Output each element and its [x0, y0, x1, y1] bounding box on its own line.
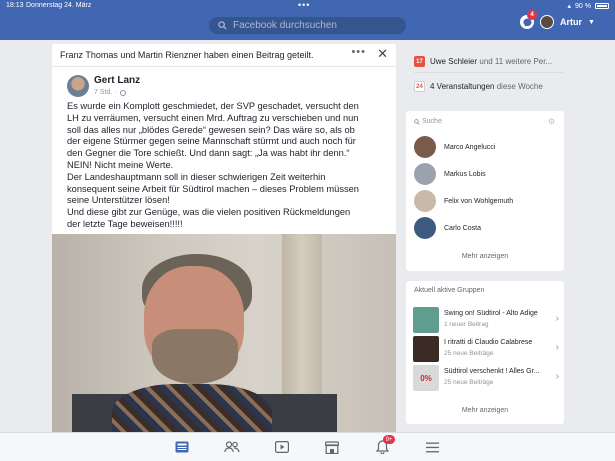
contact-name: Markus Lobis	[444, 170, 486, 178]
chevron-down-icon[interactable]: ▼	[588, 19, 595, 26]
status-date: Donnerstag 24. März	[26, 2, 92, 9]
gift-icon: 17	[414, 56, 425, 67]
birthday-row[interactable]: 17 Uwe Schleier und 11 weitere Per...	[414, 56, 552, 67]
contacts-search-input[interactable]: Suche	[414, 118, 442, 125]
groups-panel: Aktuell aktive Gruppen Swing on! Südtiro…	[406, 281, 564, 424]
events-text: 4 Veranstaltungen diese Woche	[430, 82, 543, 91]
gear-icon[interactable]: ⚙	[548, 117, 555, 126]
news-feed-icon[interactable]	[174, 439, 190, 455]
post-text-line: Der Landeshauptmann soll in dieser schwi…	[67, 171, 326, 182]
post-text-line: Und diese gibt zur Genüge, was die viele…	[67, 207, 351, 218]
group-name: Südtirol verschenkt ! Alles Gr...	[444, 368, 540, 375]
post-text-line: der eigene Stürmer gegen seine Mannschaf…	[67, 136, 356, 147]
group-name: Swing on! Südtirol - Alto Adige	[444, 310, 538, 317]
post-photo[interactable]	[52, 234, 396, 442]
group-activity: 1 neuer Beitrag	[444, 321, 489, 328]
post-text-line: NEIN! Nicht meine Werte.	[67, 159, 174, 170]
search-icon	[218, 21, 227, 30]
group-activity: 25 neue Beiträge	[444, 350, 494, 357]
group-thumbnail: 0%	[413, 365, 439, 391]
group-name: I ritratti di Claudio Calabrese	[444, 339, 533, 346]
post-text-line: LH zu verräumen, versucht einen Mrd. Auf…	[67, 112, 359, 123]
chevron-right-icon: ›	[555, 313, 559, 324]
groups-title: Aktuell aktive Gruppen	[414, 287, 485, 294]
contact-item[interactable]: Marco Angelucci	[414, 136, 495, 158]
battery-label: 90 %	[575, 2, 591, 10]
header-right: 4 Artur ▼	[520, 10, 595, 29]
events-rest: diese Woche	[494, 82, 543, 91]
group-item[interactable]: Swing on! Südtirol - Alto Adige 1 neuer …	[413, 307, 559, 333]
contact-name: Felix von Wohlgemuth	[444, 197, 514, 205]
status-bar: 18:13 Donnerstag 24. März ••• ▴ 90 %	[0, 0, 615, 12]
avatar	[414, 163, 436, 185]
post-text-line: seine Unterstützer lösen!	[67, 195, 170, 206]
contacts-more-link[interactable]: Mehr anzeigen	[406, 253, 564, 260]
search-input[interactable]: Facebook durchsuchen	[209, 17, 406, 34]
calendar-icon: 24	[414, 81, 425, 92]
group-item[interactable]: I ritratti di Claudio Calabrese 25 neue …	[413, 336, 559, 362]
search-icon	[414, 118, 420, 125]
multitask-dots-icon[interactable]: •••	[298, 0, 310, 10]
menu-icon[interactable]	[424, 439, 440, 455]
birthday-name: Uwe Schleier	[430, 57, 478, 66]
divider	[52, 66, 396, 67]
avatar	[414, 136, 436, 158]
notifications-bell-icon[interactable]: 9+	[374, 435, 395, 455]
status-time: 18:13	[6, 2, 24, 9]
group-thumbnail	[413, 307, 439, 333]
avatar[interactable]	[540, 15, 554, 29]
notifications-badge: 9+	[383, 435, 395, 444]
photo-beard	[152, 329, 238, 384]
author-avatar[interactable]	[67, 75, 89, 97]
contact-item[interactable]: Carlo Costa	[414, 217, 481, 239]
contacts-panel: Suche ⚙ Marco Angelucci Markus Lobis Fel…	[406, 111, 564, 271]
birthday-text: Uwe Schleier und 11 weitere Per...	[430, 57, 552, 66]
events-row[interactable]: 24 4 Veranstaltungen diese Woche	[414, 81, 543, 92]
post-text: Es wurde ein Komplott geschmiedet, der S…	[67, 101, 387, 231]
signal-icon: ▴	[567, 3, 572, 10]
post-text-line: der letzte Tage beweisen!!!!!	[67, 218, 183, 229]
contact-name: Carlo Costa	[444, 224, 481, 232]
more-options-icon[interactable]: •••	[351, 46, 366, 58]
post-meta: 7 Std. ·	[94, 89, 126, 96]
avatar	[414, 217, 436, 239]
post-text-line: Es wurde ein Komplott geschmiedet, der S…	[67, 101, 359, 111]
contact-item[interactable]: Markus Lobis	[414, 163, 486, 185]
watch-icon[interactable]	[274, 439, 290, 455]
chevron-right-icon: ›	[555, 371, 559, 382]
birthday-rest: und 11 weitere Per...	[477, 57, 553, 66]
contacts-search-label: Suche	[422, 118, 442, 125]
top-bar: 18:13 Donnerstag 24. März ••• ▴ 90 % Fac…	[0, 0, 615, 40]
author-name[interactable]: Gert Lanz	[94, 75, 140, 86]
group-activity: 25 neue Beiträge	[444, 379, 494, 386]
groups-more-link[interactable]: Mehr anzeigen	[406, 407, 564, 414]
post-text-line: den Gegner die Tore schießt. Und dann sa…	[67, 148, 350, 159]
contact-item[interactable]: Felix von Wohlgemuth	[414, 190, 513, 212]
marketplace-icon[interactable]	[324, 439, 340, 455]
status-right: ▴ 90 %	[568, 2, 609, 10]
messenger-icon[interactable]: 4	[520, 10, 537, 29]
globe-icon	[119, 89, 126, 96]
events-panel: 17 Uwe Schleier und 11 weitere Per... 24…	[406, 44, 564, 102]
divider	[414, 72, 564, 73]
shared-by-text: Franz Thomas und Martin Rienzner haben e…	[60, 50, 314, 60]
feed-post: Franz Thomas und Martin Rienzner haben e…	[52, 44, 396, 442]
avatar	[414, 190, 436, 212]
battery-icon	[595, 3, 609, 9]
friends-icon[interactable]	[224, 439, 240, 455]
group-thumbnail	[413, 336, 439, 362]
messenger-badge: 4	[527, 10, 537, 20]
chevron-right-icon: ›	[555, 342, 559, 353]
post-time[interactable]: 7 Std. ·	[94, 89, 117, 96]
post-text-line: konsequent seine Arbeit für Südtirol mac…	[67, 183, 359, 194]
search-placeholder: Facebook durchsuchen	[233, 20, 337, 31]
group-item[interactable]: 0% Südtirol verschenkt ! Alles Gr... 25 …	[413, 365, 559, 391]
bottom-nav: 9+	[0, 432, 615, 461]
group-thumbnail-text: 0%	[420, 373, 432, 383]
contact-name: Marco Angelucci	[444, 143, 496, 151]
events-count: 4 Veranstaltungen	[430, 82, 495, 91]
post-text-line: soll das alles nur „blödes Gerede“ gewes…	[67, 124, 355, 135]
close-icon[interactable]: ✕	[377, 46, 388, 62]
user-name[interactable]: Artur	[560, 17, 582, 27]
